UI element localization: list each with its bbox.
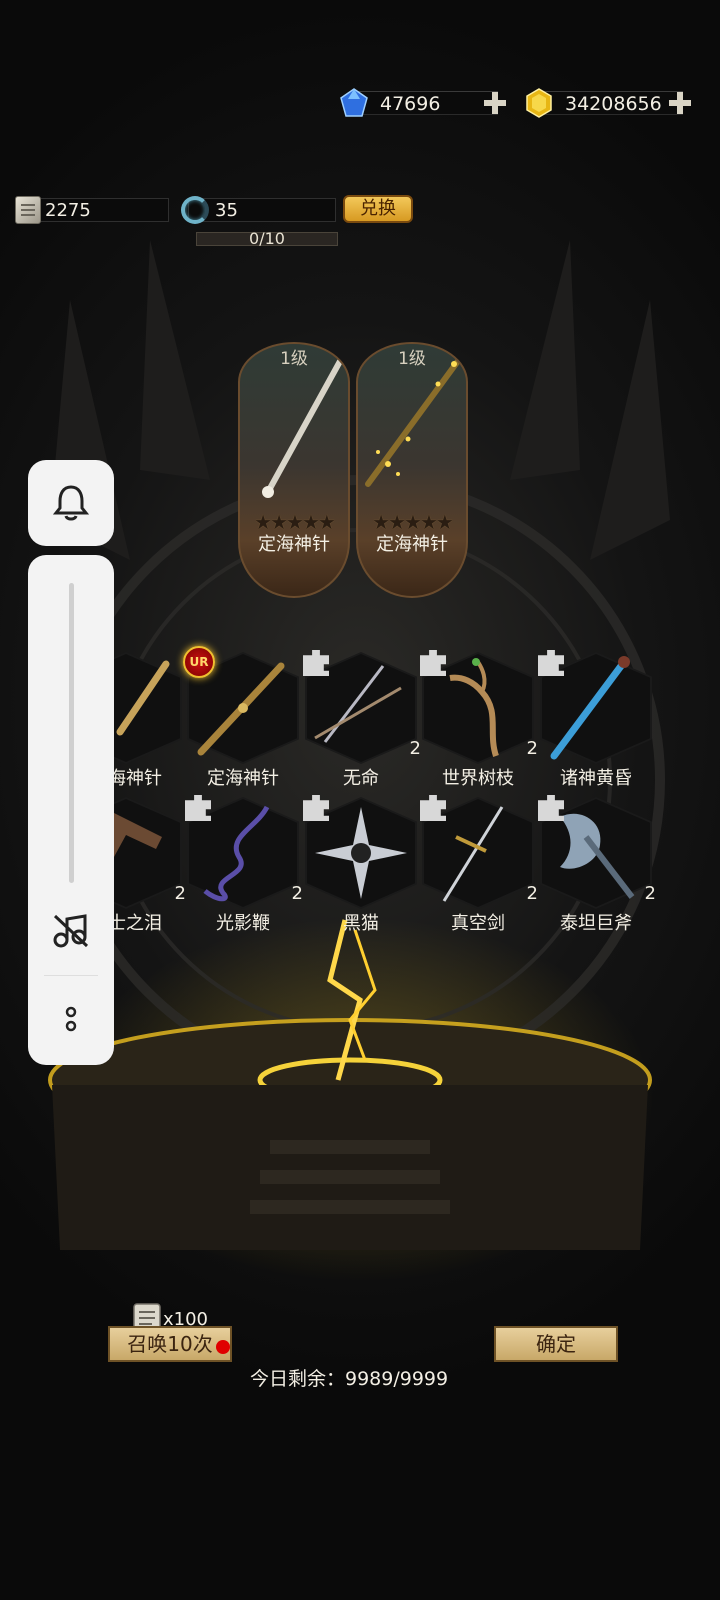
item-name: 黑猫	[343, 913, 379, 934]
scroll-balance: 2275	[15, 196, 169, 224]
item-name: 无命	[343, 768, 379, 789]
grid-item-5[interactable]: 诸神黄昏	[538, 650, 652, 789]
grid-item-4[interactable]: 2 世界树枝	[420, 650, 538, 789]
grid-item-9[interactable]: 2 真空剑	[420, 795, 538, 934]
grid-item-8[interactable]: 黑猫	[303, 795, 417, 934]
card-name: 定海神针	[258, 534, 330, 555]
notification-panel	[28, 460, 114, 546]
featured-card-2[interactable]: 1级 ★★★★★ 定海神针	[356, 342, 468, 598]
exchange-button[interactable]: 兑换	[343, 195, 413, 223]
add-gold-button[interactable]	[667, 90, 693, 116]
item-count: 2	[526, 883, 538, 904]
gold-gem-icon	[526, 88, 552, 118]
item-count: 2	[644, 883, 656, 904]
gold-balance: 34208656	[526, 88, 691, 118]
summon-10-button[interactable]: 召唤10次	[108, 1326, 232, 1362]
token-count: 35	[215, 200, 238, 221]
exchange-progress: 0/10	[196, 229, 338, 248]
featured-card-1[interactable]: 1级 ★★★★★ 定海神针	[238, 342, 350, 598]
card-name: 定海神针	[376, 534, 448, 555]
token-balance: 35	[181, 196, 336, 224]
card-level: 1级	[398, 349, 426, 369]
remaining-count: 今日剩余：9989/9999	[250, 1368, 449, 1390]
add-diamonds-button[interactable]	[482, 90, 508, 116]
golden-staff-icon	[365, 347, 466, 487]
volume-panel	[28, 555, 114, 1065]
item-count: 2	[526, 738, 538, 759]
bell-icon[interactable]	[53, 484, 89, 522]
item-name: 泰坦巨斧	[560, 913, 632, 934]
more-icon[interactable]	[62, 1005, 80, 1035]
ring-icon	[181, 196, 209, 224]
blue-gem-icon	[340, 88, 368, 117]
item-name: 世界树枝	[442, 768, 514, 789]
divider	[44, 975, 98, 976]
grid-item-2[interactable]: UR 定海神针	[183, 646, 299, 789]
grid-item-10[interactable]: 2 泰坦巨斧	[538, 795, 656, 934]
diamond-count: 47696	[380, 93, 441, 115]
item-count: 2	[291, 883, 303, 904]
staff-icon	[262, 348, 348, 498]
item-name: 诸神黄昏	[560, 768, 632, 789]
grid-item-7[interactable]: 2 光影鞭	[185, 795, 303, 934]
gold-count: 34208656	[565, 93, 662, 115]
card-level: 1级	[280, 349, 308, 369]
scroll-count: 2275	[45, 200, 91, 221]
item-name: 光影鞭	[216, 913, 270, 934]
volume-slider[interactable]	[69, 583, 74, 883]
progress-text: 0/10	[249, 229, 285, 248]
grid-item-3[interactable]: 2 无命	[303, 650, 421, 789]
item-name: 真空剑	[451, 913, 505, 934]
confirm-button[interactable]: 确定	[494, 1326, 618, 1362]
notification-dot	[216, 1340, 230, 1354]
scroll-icon	[15, 196, 41, 224]
ur-rarity-badge: UR	[183, 646, 215, 678]
item-count: 2	[174, 883, 186, 904]
item-count: 2	[409, 738, 421, 759]
music-off-icon[interactable]	[52, 913, 90, 949]
item-name: 定海神针	[207, 768, 279, 789]
diamond-balance: 47696	[340, 88, 506, 117]
